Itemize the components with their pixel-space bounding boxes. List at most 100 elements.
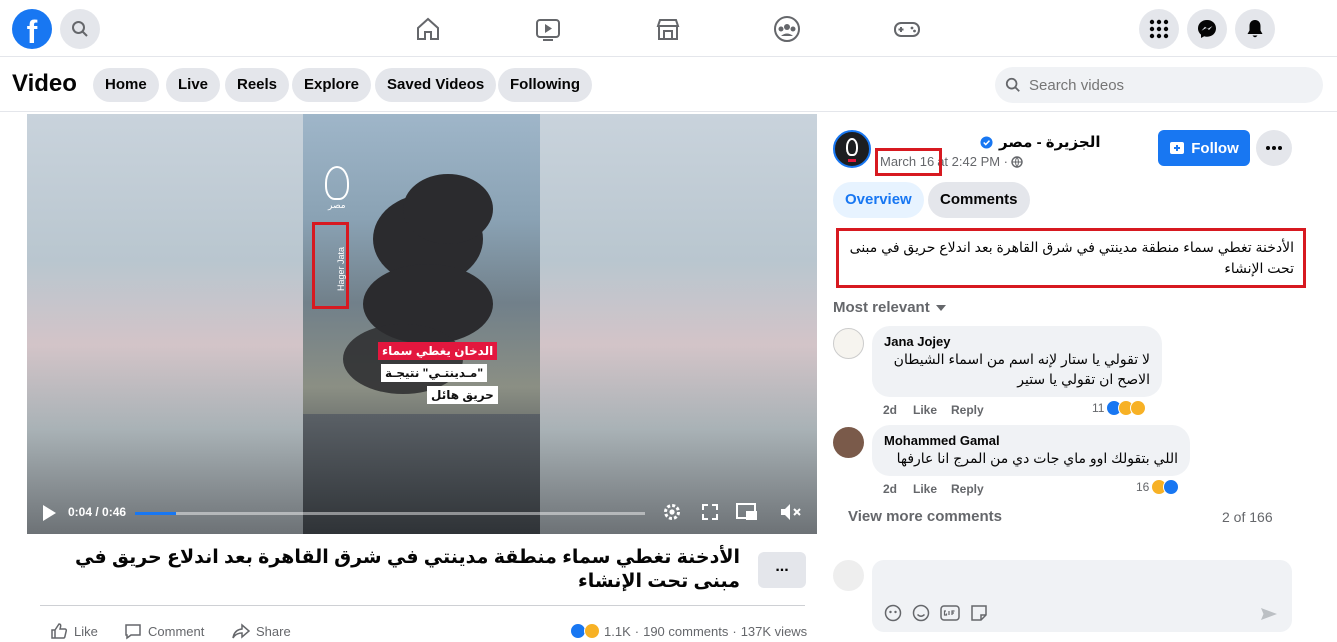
- commenter-avatar[interactable]: [833, 427, 864, 458]
- nav-home[interactable]: [412, 13, 444, 45]
- comment-reply-link[interactable]: Reply: [951, 482, 984, 496]
- tab-explore[interactable]: Explore: [292, 68, 372, 102]
- send-icon[interactable]: [1260, 606, 1278, 622]
- comment-sort[interactable]: Most relevant: [833, 299, 946, 316]
- comment-reaction-count: 16: [1136, 480, 1150, 494]
- comment-age: 2d: [883, 403, 898, 417]
- channel-logo-watermark: [325, 166, 349, 200]
- comment-bubble-1: Jana Jojey لا تقولي يا ستار لإنه اسم من …: [872, 326, 1162, 397]
- tab-comments[interactable]: Comments: [928, 182, 1030, 218]
- commenter-name[interactable]: Mohammed Gamal: [884, 433, 1178, 448]
- nav-marketplace[interactable]: [652, 13, 684, 45]
- fullscreen-icon[interactable]: [702, 504, 718, 520]
- more-dots-icon: [1266, 146, 1282, 150]
- messenger-icon: [1198, 20, 1216, 38]
- composer-text-area[interactable]: [872, 560, 1292, 598]
- overlay-caption-1: الدخان يغطي سماء: [378, 342, 498, 360]
- time-display: 0:04 / 0:46: [68, 505, 127, 519]
- share-label: Share: [256, 623, 291, 639]
- video-header-bar: Video Home Live Reels Explore Saved Vide…: [0, 58, 1337, 112]
- verified-badge-icon: [980, 135, 993, 149]
- emoji-icon[interactable]: [912, 604, 930, 622]
- commenter-name[interactable]: Jana Jojey: [884, 334, 1150, 349]
- video-frame: مصر Hager Jata الدخان يغطي سماء "مـدينتـ…: [303, 114, 540, 534]
- follow-label: Follow: [1191, 139, 1239, 157]
- overlay-caption-3: حريق هائل: [427, 386, 498, 404]
- comment-composer[interactable]: [872, 560, 1292, 632]
- miniplayer-icon[interactable]: [736, 502, 758, 522]
- comment-reactions[interactable]: 11: [1092, 400, 1147, 416]
- menu-grid-icon: [1149, 19, 1169, 39]
- thumbs-up-icon: [51, 623, 68, 639]
- volume-muted-icon[interactable]: [779, 502, 803, 522]
- comments-count[interactable]: 190 comments: [643, 624, 728, 639]
- commenter-avatar[interactable]: [833, 328, 864, 359]
- page-avatar[interactable]: [833, 130, 871, 168]
- settings-gear-icon[interactable]: [662, 502, 682, 522]
- tab-live[interactable]: Live: [166, 68, 221, 102]
- sad-reaction-icon: [584, 623, 600, 639]
- tab-saved-videos[interactable]: Saved Videos: [375, 68, 497, 102]
- video-icon: [536, 19, 560, 41]
- menu-button[interactable]: [1139, 9, 1179, 49]
- channel-mark: مصر: [328, 200, 346, 210]
- overlay-caption-2: "مـدينتـي" نتيجـة: [381, 364, 488, 382]
- tab-overview[interactable]: Overview: [833, 182, 924, 218]
- post-stats: 1.1K · 190 comments · 137K views: [570, 623, 807, 639]
- tab-reels[interactable]: Reels: [225, 68, 290, 102]
- messenger-button[interactable]: [1187, 9, 1227, 49]
- nav-gaming[interactable]: [891, 13, 923, 45]
- top-navigation-bar: f: [0, 0, 1337, 57]
- nav-groups[interactable]: [771, 13, 803, 45]
- watermark-highlight-box: [312, 222, 349, 309]
- post-more-button[interactable]: ...: [758, 552, 806, 588]
- marketplace-icon: [656, 19, 680, 40]
- comment-like-link[interactable]: Like: [913, 482, 937, 496]
- comment-text: لا تقولي يا ستار لإنه اسم من اسماء الشيط…: [893, 351, 1150, 387]
- progress-bar[interactable]: [135, 512, 645, 515]
- play-icon[interactable]: [41, 504, 57, 522]
- post-time: at 2:42 PM ·: [937, 154, 1009, 169]
- view-more-comments-link[interactable]: View more comments: [848, 508, 1002, 525]
- avatar-sticker-icon[interactable]: [884, 604, 902, 622]
- reaction-count[interactable]: 1.1K: [604, 624, 631, 639]
- search-button[interactable]: [60, 9, 100, 49]
- comment-action[interactable]: Comment: [124, 622, 204, 640]
- sticker-icon[interactable]: [970, 604, 988, 622]
- search-videos-input[interactable]: [1029, 76, 1309, 94]
- page-name[interactable]: الجزيرة - مصر: [999, 133, 1100, 151]
- like-action[interactable]: Like: [50, 622, 98, 640]
- wow-reaction-icon: [1130, 400, 1147, 416]
- comment-reaction-count: 11: [1092, 401, 1105, 415]
- search-icon: [1005, 77, 1020, 92]
- comment-label: Comment: [148, 623, 205, 639]
- follow-button[interactable]: Follow: [1158, 130, 1250, 166]
- comment-count-indicator: 2 of 166: [1222, 509, 1273, 525]
- comment-like-link[interactable]: Like: [913, 403, 937, 417]
- share-action[interactable]: Share: [232, 622, 291, 640]
- views-count: 137K views: [740, 623, 808, 639]
- comment-icon: [125, 624, 141, 640]
- post-description: الأدخنة تغطي سماء منطقة مدينتي في شرق ال…: [849, 239, 1294, 276]
- globe-icon: [1011, 155, 1023, 168]
- date-highlight-box: [875, 148, 942, 176]
- home-icon: [417, 17, 439, 40]
- comment-age: 2d: [883, 482, 898, 496]
- divider: [40, 605, 805, 606]
- share-icon: [232, 623, 250, 639]
- tab-following[interactable]: Following: [498, 68, 592, 102]
- comment-reply-link[interactable]: Reply: [951, 403, 984, 417]
- like-label: Like: [74, 623, 98, 639]
- page-more-button[interactable]: [1256, 130, 1292, 166]
- video-player[interactable]: مصر Hager Jata الدخان يغطي سماء "مـدينتـ…: [27, 114, 817, 534]
- search-videos-box: [995, 67, 1323, 103]
- facebook-logo[interactable]: f: [12, 9, 52, 49]
- gif-icon[interactable]: [940, 604, 960, 622]
- nav-video[interactable]: [532, 13, 564, 45]
- notifications-button[interactable]: [1235, 9, 1275, 49]
- sort-label: Most relevant: [833, 299, 930, 316]
- search-icon: [72, 21, 88, 37]
- tab-home[interactable]: Home: [93, 68, 159, 102]
- current-user-avatar: [833, 560, 864, 591]
- comment-reactions[interactable]: 16: [1136, 479, 1180, 495]
